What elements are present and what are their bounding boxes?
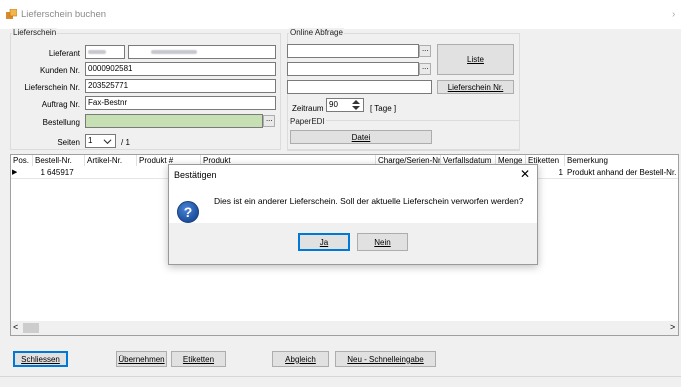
cell-bemerkung[interactable]: Produkt anhand der Bestell-Nr. — [567, 167, 678, 178]
zeitraum-label: Zeitraum — [292, 104, 324, 113]
seiten-value: 1 — [88, 136, 93, 145]
lieferschein-group-label: Lieferschein — [12, 28, 58, 37]
lieferschein-nr-field[interactable]: 203525771 — [85, 79, 276, 93]
col-header-bestell-nr[interactable]: Bestell-Nr. — [33, 155, 85, 166]
etiketten-button[interactable]: Etiketten — [171, 351, 226, 367]
close-icon[interactable]: ✕ — [520, 167, 530, 181]
app-icon — [6, 9, 17, 19]
schliessen-button-label: Schliessen — [21, 354, 60, 364]
col-header-artikel-nr[interactable]: Artikel-Nr. — [85, 155, 137, 166]
lieferant-id-field[interactable] — [85, 45, 125, 59]
schliessen-button[interactable]: Schliessen — [13, 351, 68, 367]
confirm-dialog: Bestätigen ✕ ? Dies ist ein anderer Lief… — [168, 164, 538, 265]
bestellung-label: Bestellung — [42, 118, 80, 127]
lieferant-label: Lieferant — [48, 49, 80, 58]
cell-etiketten[interactable]: 1 — [541, 167, 565, 178]
etiketten-button-label: Etiketten — [182, 354, 215, 364]
status-bar — [0, 376, 681, 387]
paperedi-label: PaperEDI — [289, 117, 326, 126]
chevron-right-icon[interactable]: › — [672, 9, 675, 20]
online-abfrage-group-label: Online Abfrage — [289, 28, 344, 37]
lieferant-name-field[interactable] — [128, 45, 276, 59]
dialog-footer: Ja Nein — [169, 223, 537, 264]
seiten-label: Seiten — [57, 138, 80, 147]
cell-bestell-nr[interactable]: 645917 — [47, 167, 87, 178]
auftrag-nr-label: Auftrag Nr. — [41, 100, 80, 109]
uebernehmen-button-label: Übernehmen — [118, 354, 165, 364]
scroll-left-icon[interactable]: < — [13, 322, 18, 332]
schnelleingabe-button[interactable]: Neu - Schnelleingabe — [335, 351, 436, 367]
horizontal-scrollbar[interactable]: < > — [11, 321, 678, 335]
bestellung-field[interactable] — [85, 114, 263, 128]
col-header-pos[interactable]: Pos. — [11, 155, 33, 166]
online-field-2[interactable] — [287, 62, 419, 76]
online-field-3[interactable] — [287, 80, 432, 94]
abgleich-button-label: Abgleich — [285, 354, 316, 364]
kunden-nr-label: Kunden Nr. — [39, 66, 80, 75]
uebernehmen-button[interactable]: Übernehmen — [116, 351, 167, 367]
chevron-down-icon[interactable] — [103, 137, 112, 146]
scroll-right-icon[interactable]: > — [670, 322, 675, 332]
liste-button-label: Liste — [467, 55, 484, 64]
yes-button[interactable]: Ja — [298, 233, 350, 251]
seiten-total: / 1 — [121, 138, 130, 147]
yes-button-label: Ja — [319, 237, 329, 247]
no-button-label: Nein — [374, 237, 391, 247]
lieferschein-nr-button[interactable]: Lieferschein Nr. — [437, 80, 514, 94]
auftrag-nr-field[interactable]: Fax-Bestnr — [85, 96, 276, 110]
scroll-thumb[interactable] — [23, 323, 39, 333]
online-browse-button-2[interactable]: ··· — [419, 63, 431, 75]
row-marker-icon: ▶ — [12, 169, 18, 176]
zeitraum-value: 90 — [329, 100, 338, 109]
dialog-title: Bestätigen — [174, 170, 217, 180]
online-field-1[interactable] — [287, 44, 419, 58]
online-browse-button-1[interactable]: ··· — [419, 45, 431, 57]
lieferschein-nr-button-label: Lieferschein Nr. — [447, 82, 504, 92]
window-title: Lieferschein buchen — [21, 9, 107, 20]
datei-button-label: Datei — [351, 132, 371, 142]
datei-button[interactable]: Datei — [290, 130, 432, 144]
abgleich-button[interactable]: Abgleich — [272, 351, 329, 367]
bestellung-browse-button[interactable]: ··· — [263, 115, 275, 127]
no-button[interactable]: Nein — [357, 233, 408, 251]
cell-pos[interactable]: 1 — [19, 167, 45, 178]
schnelleingabe-button-label: Neu - Schnelleingabe — [347, 354, 424, 364]
zeitraum-unit: [ Tage ] — [370, 104, 397, 113]
dialog-message: Dies ist ein anderer Lieferschein. Soll … — [214, 196, 524, 206]
spinner-arrows-icon[interactable] — [351, 99, 361, 111]
kunden-nr-field[interactable]: 0000902581 — [85, 62, 276, 76]
col-header-bemerkung[interactable]: Bemerkung — [565, 155, 678, 166]
lieferschein-nr-label: Lieferschein Nr. — [24, 83, 80, 92]
liste-button[interactable]: Liste — [437, 44, 514, 75]
question-icon: ? — [177, 201, 199, 223]
